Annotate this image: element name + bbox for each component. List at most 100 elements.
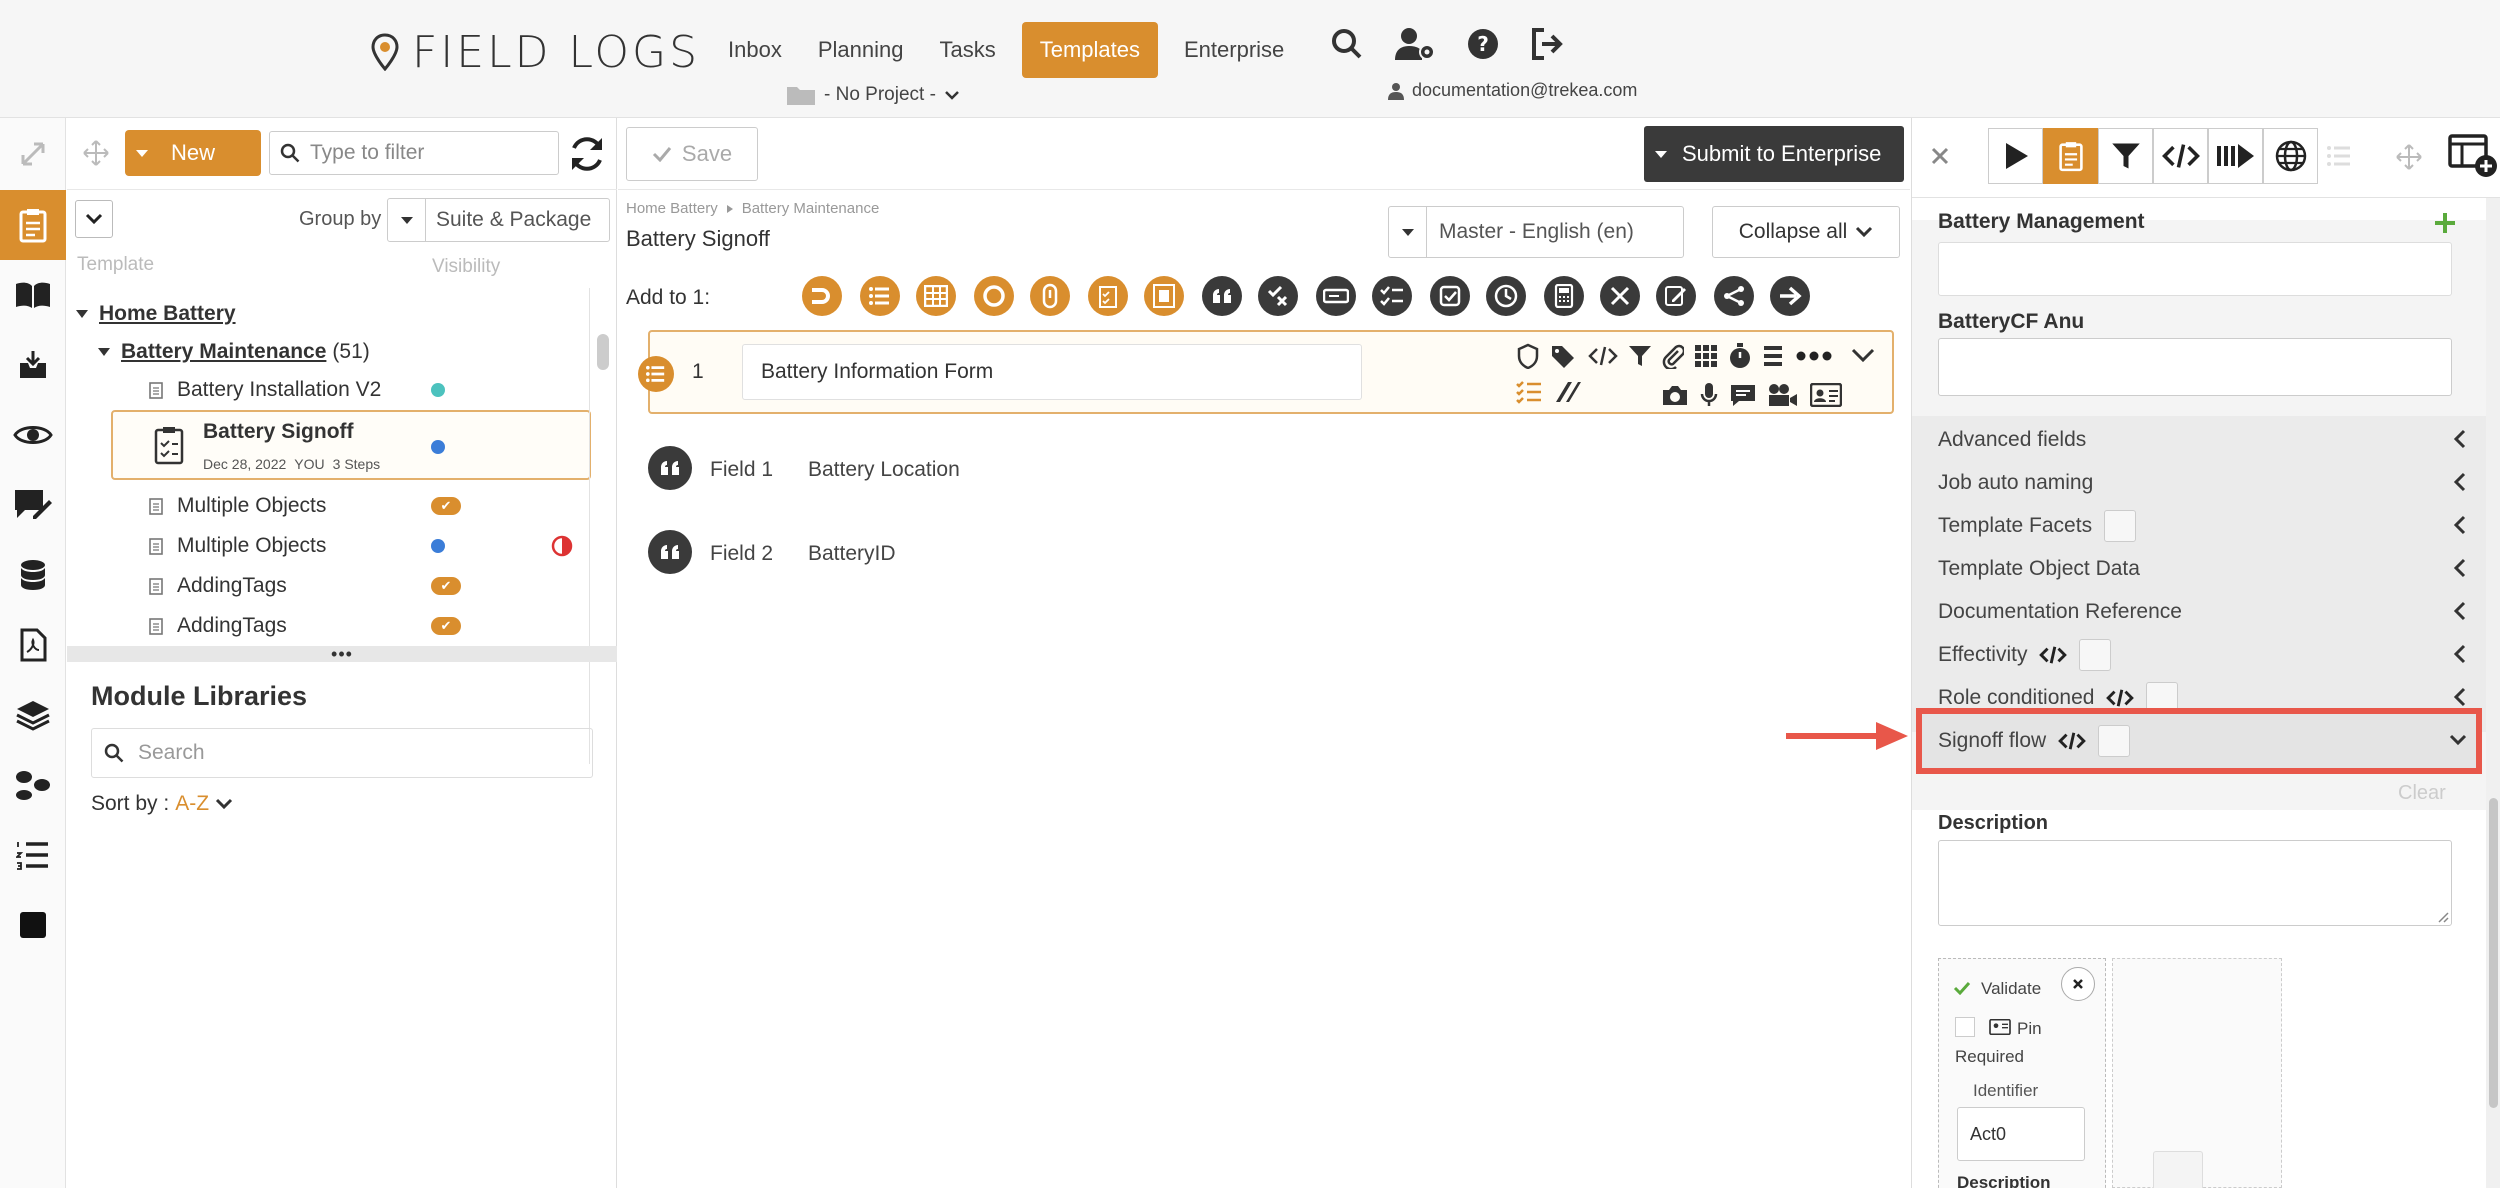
identifier-input[interactable]: Act0 [1957, 1107, 2085, 1161]
rail-view[interactable] [0, 400, 66, 470]
signoff-card[interactable]: Validate Pin Required Identifier Act0 De… [1938, 958, 2106, 1188]
scrollbar-thumb[interactable] [2489, 798, 2498, 1108]
facets-checkbox[interactable] [2104, 510, 2137, 542]
play-button[interactable] [1988, 128, 2043, 184]
tree-folder-battery-maintenance[interactable]: Battery Maintenance (51) [97, 332, 370, 372]
clear-button[interactable]: Clear [2398, 782, 2446, 805]
description-textarea[interactable] [1938, 840, 2452, 926]
list-item-selected[interactable]: Battery Signoff Dec 28, 2022 YOU 3 Steps [111, 410, 591, 480]
app-logo[interactable]: FIELD LOGS [370, 24, 700, 80]
resize-handle-icon[interactable] [2437, 911, 2449, 923]
list-item[interactable]: Battery Installation V2 [149, 370, 589, 410]
battery-management-field[interactable] [1938, 242, 2452, 296]
move-icon[interactable] [83, 140, 109, 166]
rail-layers[interactable] [0, 680, 66, 750]
add-calculator-icon[interactable] [1544, 276, 1584, 316]
camera-icon[interactable] [1662, 384, 1688, 406]
plus-icon[interactable] [2434, 212, 2456, 234]
rail-comments[interactable] [0, 470, 66, 540]
list-item[interactable]: Multiple Objects [149, 526, 589, 566]
grid-icon[interactable] [1694, 344, 1718, 368]
nav-inbox[interactable]: Inbox [710, 22, 800, 78]
logout-icon[interactable] [1530, 27, 1566, 61]
section-documentation-reference[interactable]: Documentation Reference [1938, 592, 2468, 632]
close-icon[interactable] [1930, 146, 1950, 166]
collapse-dropdown[interactable] [75, 200, 113, 238]
batterycf-anu-field[interactable] [1938, 338, 2452, 396]
nav-tasks[interactable]: Tasks [921, 22, 1013, 78]
filter-icon[interactable] [1628, 344, 1652, 368]
flow-button[interactable] [2208, 128, 2263, 184]
tree-scrollbar[interactable] [597, 334, 609, 370]
add-attachment-icon[interactable] [1030, 276, 1070, 316]
list-item[interactable]: AddingTags ✔ [149, 606, 589, 646]
add-checklist-icon[interactable] [1088, 276, 1128, 316]
expand-icon[interactable] [0, 118, 66, 190]
code-icon[interactable] [2058, 731, 2087, 751]
rail-database[interactable] [0, 540, 66, 610]
step-name-input[interactable]: Battery Information Form [742, 344, 1362, 400]
add-checkbox-icon[interactable] [1430, 276, 1470, 316]
field-row[interactable]: Field 2 BatteryID [648, 518, 1348, 578]
section-template-object-data[interactable]: Template Object Data [1938, 549, 2468, 589]
rail-library[interactable] [0, 260, 66, 330]
add-signature-icon[interactable] [1656, 276, 1696, 316]
add-media-icon[interactable] [1144, 276, 1184, 316]
shield-icon[interactable] [1516, 343, 1540, 369]
rail-list[interactable] [0, 820, 66, 890]
save-button[interactable]: Save [626, 127, 758, 181]
filter-button[interactable] [2098, 128, 2153, 184]
signoff-flow-checkbox[interactable] [2098, 725, 2131, 757]
ordered-check-icon[interactable] [1516, 380, 1542, 404]
rail-import[interactable] [0, 330, 66, 400]
add-input-field-icon[interactable] [1316, 276, 1356, 316]
db-list-icon[interactable] [1762, 344, 1784, 368]
project-selector[interactable]: - No Project - [786, 84, 960, 106]
tags-icon[interactable] [1550, 343, 1578, 369]
add-arrow-right-icon[interactable] [1770, 276, 1810, 316]
add-check-x-icon[interactable] [1258, 276, 1298, 316]
move-icon[interactable] [2396, 144, 2422, 170]
code-button[interactable] [2153, 128, 2208, 184]
breadcrumb-item[interactable]: Home Battery [626, 200, 718, 217]
new-button[interactable]: New [125, 130, 261, 176]
stopwatch-icon[interactable] [1728, 342, 1752, 370]
add-quote-icon[interactable] [1202, 276, 1242, 316]
paperclip-icon[interactable] [1662, 343, 1684, 369]
section-advanced-fields[interactable]: Advanced fields [1938, 420, 2468, 460]
globe-button[interactable] [2263, 128, 2318, 184]
add-panel-icon[interactable] [2448, 130, 2498, 180]
effectivity-checkbox[interactable] [2079, 639, 2112, 671]
rail-templates[interactable] [0, 190, 66, 260]
collapse-all-button[interactable]: Collapse all [1712, 206, 1900, 258]
tree-root-home-battery[interactable]: Home Battery [75, 294, 236, 334]
submit-to-enterprise-button[interactable]: Submit to Enterprise [1644, 126, 1904, 182]
list-item[interactable]: AddingTags ✔ [149, 566, 589, 606]
add-list-icon[interactable] [860, 276, 900, 316]
rail-workflow[interactable] [0, 750, 66, 820]
microphone-icon[interactable] [1700, 382, 1718, 408]
rail-pdf[interactable] [0, 610, 66, 680]
step-row[interactable]: 1 Battery Information Form [638, 330, 1894, 414]
nav-enterprise[interactable]: Enterprise [1166, 22, 1302, 78]
code-icon[interactable] [2106, 688, 2135, 708]
add-clock-icon[interactable] [1486, 276, 1526, 316]
section-effectivity[interactable]: Effectivity [1938, 635, 2468, 675]
chevron-down-icon[interactable] [1850, 347, 1876, 365]
signoff-card-placeholder[interactable] [2112, 958, 2282, 1188]
splitter-handle[interactable]: ••• [67, 644, 617, 664]
refresh-icon[interactable] [568, 134, 606, 174]
section-signoff-flow[interactable]: Signoff flow [1938, 721, 2468, 761]
breadcrumb-item[interactable]: Battery Maintenance [742, 200, 880, 217]
comment-icon[interactable] [1730, 383, 1756, 407]
code-icon[interactable] [2039, 645, 2068, 665]
nav-planning[interactable]: Planning [800, 22, 922, 78]
close-icon[interactable] [2061, 967, 2095, 1001]
add-branch-icon[interactable] [1714, 276, 1754, 316]
section-job-auto-naming[interactable]: Job auto naming [1938, 463, 2468, 503]
add-loop-icon[interactable] [802, 276, 842, 316]
code-icon[interactable] [1588, 345, 1618, 367]
more-icon[interactable] [1794, 344, 1834, 368]
help-icon[interactable]: ? [1466, 27, 1500, 61]
add-multi-check-icon[interactable] [1372, 276, 1412, 316]
